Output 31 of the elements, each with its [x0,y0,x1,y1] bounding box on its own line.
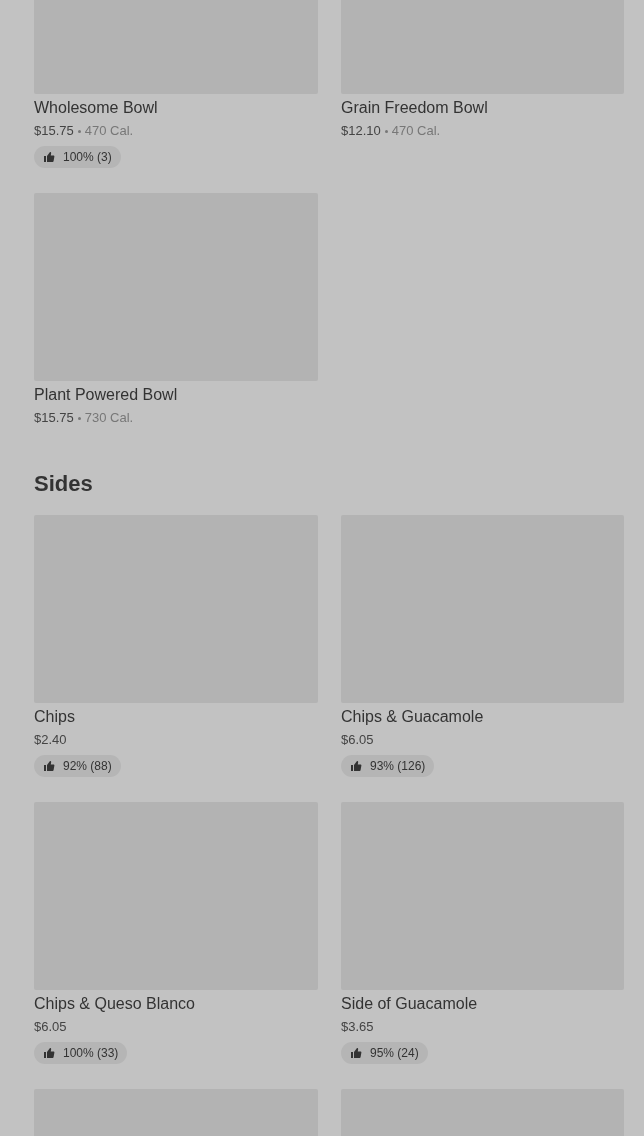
rating-text: 93% (126) [370,759,426,773]
separator-dot [384,129,388,133]
item-price: $3.65 [341,1018,374,1036]
item-name[interactable]: Grain Freedom Bowl [341,98,488,118]
rating-text: 95% (24) [370,1046,419,1060]
rating-text: 100% (3) [63,150,112,164]
section-heading: Sides [34,471,94,497]
thumbs-up-icon [350,1047,362,1059]
item-name[interactable]: Wholesome Bowl [34,98,158,118]
item-name[interactable]: Side of Guacamole [341,994,478,1014]
separator-dot [77,129,81,133]
item-price: $15.75 [34,409,74,427]
separator-dot [77,416,81,420]
item-name[interactable]: Plant Powered Bowl [34,385,178,405]
thumbs-up-icon [350,760,362,772]
item-price: $6.05 [34,1018,67,1036]
item-name[interactable]: Chips & Guacamole [341,707,484,727]
item-price: $2.40 [34,731,67,749]
item-price: $6.05 [341,731,374,749]
item-calories: 730 Cal. [84,409,134,427]
rating-text: 100% (33) [63,1046,119,1060]
rating-text: 92% (88) [63,759,112,773]
thumbs-up-icon [43,151,55,163]
item-price: $12.10 [341,122,381,140]
item-name[interactable]: Chips & Queso Blanco [34,994,195,1014]
item-name[interactable]: Chips [34,707,75,727]
item-calories: 470 Cal. [84,122,134,140]
item-price: $15.75 [34,122,74,140]
item-calories: 470 Cal. [391,122,441,140]
thumbs-up-icon [43,760,55,772]
thumbs-up-icon [43,1047,55,1059]
